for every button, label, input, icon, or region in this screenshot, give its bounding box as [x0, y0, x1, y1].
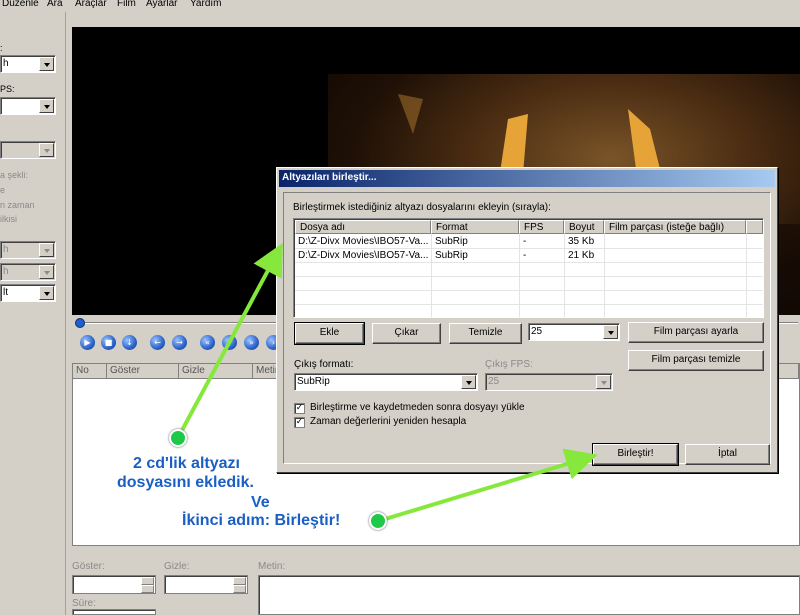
- note-1-line-2: dosyasını ekledik.: [117, 474, 254, 491]
- arrow-to-files: [178, 242, 283, 435]
- annotation-dot: [169, 429, 187, 447]
- note-2-line-2: İkinci adım: Birleştir!: [182, 512, 341, 529]
- note-2-line-1: Ve: [251, 494, 270, 511]
- arrow-to-merge: [381, 448, 598, 522]
- annotation-dot: [369, 512, 387, 530]
- annotation-arrows: [178, 242, 598, 522]
- note-1-line-1: 2 cd'lik altyazı: [133, 455, 240, 472]
